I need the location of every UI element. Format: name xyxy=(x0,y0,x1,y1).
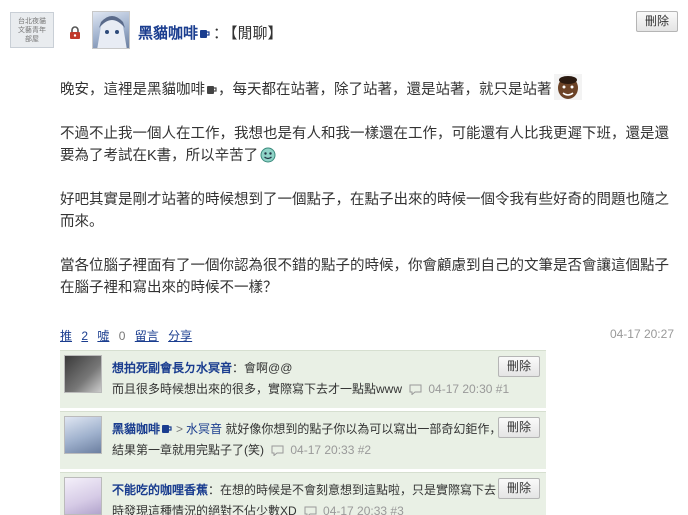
post-paragraph-1: 晚安，這裡是黑貓咖啡 ，每天都在站著，除了站著，還是站著，就只是站著 xyxy=(60,74,680,101)
comment-floor: #1 xyxy=(495,382,510,396)
coffee-mug-icon xyxy=(207,86,217,94)
comment-line-2: 時發現這種情況的絕對不佔少數XD 04-17 20:33 #3 xyxy=(112,502,404,515)
commenter-avatar[interactable] xyxy=(64,477,102,515)
comment-delete-button[interactable]: 刪除 xyxy=(497,417,540,438)
comment-delete-button[interactable]: 刪除 xyxy=(497,356,540,377)
comment-text-2: 時發現這種情況的絕對不佔少數XD xyxy=(112,504,297,515)
boo-button[interactable]: 噓 xyxy=(97,329,109,343)
comment-line-1: 想拍死副會長ㄉ水冥音：會啊@@ xyxy=(112,359,292,376)
post-paragraph-3: 好吧其實是剛才站著的時候想到了一個點子，在點子出來的時候一個令我有些好奇的問題也… xyxy=(60,192,669,230)
lock-icon xyxy=(70,26,80,39)
coffee-mug-icon xyxy=(200,30,210,38)
comment-meta: 04-17 20:33 #2 xyxy=(271,443,371,457)
reply-to-link[interactable]: 水冥音 xyxy=(186,422,222,436)
comment-meta: 04-17 20:30 #1 xyxy=(409,382,509,396)
post-paragraph-2-text: 不過不止我一個人在工作，我想也是有人和我一樣還在工作，可能還有人比我更遲下班，還… xyxy=(60,126,669,164)
comment-text-2: 而且很多時候想出來的很多，實際寫下去才一點點www xyxy=(112,382,403,396)
post-category: 【閒聊】 xyxy=(230,25,283,42)
coffee-mug-icon xyxy=(162,425,172,433)
post-header: 台北夜貓 文藝青年 部屋 黑貓咖啡 ：【閒聊】 xyxy=(10,8,680,49)
comment-meta: 04-17 20:33 #3 xyxy=(304,504,404,515)
post-paragraph-4: 當各位腦子裡面有了一個你認為很不錯的點子的時候，你會顧慮到自己的文筆是否會讓這個… xyxy=(60,258,669,296)
comment-author-link[interactable]: 想拍死副會長ㄉ水冥音 xyxy=(112,361,232,375)
comment-bubble-icon[interactable] xyxy=(271,445,284,456)
comment-bubble-icon[interactable] xyxy=(304,506,317,515)
comment-time: 04-17 20:33 xyxy=(290,443,355,457)
push-count[interactable]: 2 xyxy=(81,329,88,343)
comment-time: 04-17 20:30 xyxy=(428,382,493,396)
post-paragraph-1-text: 晚安，這裡是黑貓咖啡 xyxy=(60,82,205,98)
comment-text-1: ：在想的時候是不會刻意想到這點啦，只是實際寫下去 xyxy=(208,483,497,497)
comment-time: 04-17 20:33 xyxy=(323,504,388,515)
author-line: 黑貓咖啡 ：【閒聊】 xyxy=(138,22,283,43)
comment-list: 想拍死副會長ㄉ水冥音：會啊@@ 而且很多時候想出來的很多，實際寫下去才一點點ww… xyxy=(60,350,546,515)
comment-delete-button[interactable]: 刪除 xyxy=(497,478,540,499)
author-avatar[interactable] xyxy=(92,11,130,49)
comment-item: 想拍死副會長ㄉ水冥音：會啊@@ 而且很多時候想出來的很多，實際寫下去才一點點ww… xyxy=(60,350,546,408)
post-timestamp: 04-17 20:27 xyxy=(609,327,674,341)
comment-line-1: 黑貓咖啡 > 水冥音 就好像你想到的點子你以為可以寫出一部奇幻鉅作， xyxy=(112,420,501,437)
post-actions: 推 2 噓 0 留言 分享 04-17 20:27 xyxy=(60,327,680,344)
reply-arrow-icon: > xyxy=(176,422,184,436)
comment-line-1: 不能吃的咖哩香蕉：在想的時候是不會刻意想到這點啦，只是實際寫下去 xyxy=(112,481,496,498)
comment-text-2: 結果第一章就用完點子了(笑) xyxy=(112,443,264,457)
face-emoji-icon xyxy=(553,74,582,100)
avatar-art-icon xyxy=(97,16,127,48)
comment-author-link[interactable]: 不能吃的咖哩香蕉 xyxy=(112,483,208,497)
comment-text-1: ：會啊@@ xyxy=(232,361,293,375)
push-button[interactable]: 推 xyxy=(60,329,72,343)
comment-link[interactable]: 留言 xyxy=(135,329,159,343)
comment-line-2: 而且很多時候想出來的很多，實際寫下去才一點點www 04-17 20:30 #1 xyxy=(112,380,509,397)
comment-line-2: 結果第一章就用完點子了(笑) 04-17 20:33 #2 xyxy=(112,441,371,458)
smile-emoji-icon xyxy=(260,147,276,163)
comment-floor: #3 xyxy=(390,504,404,515)
commenter-avatar[interactable] xyxy=(64,416,102,454)
post-paragraph-1-rest: ，每天都在站著，除了站著，還是站著，就只是站著 xyxy=(218,82,552,98)
commenter-avatar[interactable] xyxy=(64,355,102,393)
separator: ： xyxy=(213,25,229,42)
author-name-link[interactable]: 黑貓咖啡 xyxy=(138,25,198,42)
post-delete-button[interactable]: 刪除 xyxy=(636,11,679,32)
comment-item: 黑貓咖啡 > 水冥音 就好像你想到的點子你以為可以寫出一部奇幻鉅作， 結果第一章就用… xyxy=(60,411,546,469)
comment-bubble-icon[interactable] xyxy=(409,384,422,395)
comment-item: 不能吃的咖哩香蕉：在想的時候是不會刻意想到這點啦，只是實際寫下去 時發現這種情況… xyxy=(60,472,546,515)
share-link[interactable]: 分享 xyxy=(168,329,192,343)
boo-count: 0 xyxy=(118,329,126,343)
comment-floor: #2 xyxy=(357,443,372,457)
post-paragraph-2: 不過不止我一個人在工作，我想也是有人和我一樣還在工作，可能還有人比我更遲下班，還… xyxy=(60,123,680,167)
comment-text-1: 就好像你想到的點子你以為可以寫出一部奇幻鉅作， xyxy=(222,422,502,436)
comment-author-link[interactable]: 黑貓咖啡 xyxy=(112,422,160,436)
group-thumbnail[interactable]: 台北夜貓 文藝青年 部屋 xyxy=(10,12,54,48)
post-body: 晚安，這裡是黑貓咖啡 ，每天都在站著，除了站著，還是站著，就只是站著 不過不止我一… xyxy=(60,74,680,299)
